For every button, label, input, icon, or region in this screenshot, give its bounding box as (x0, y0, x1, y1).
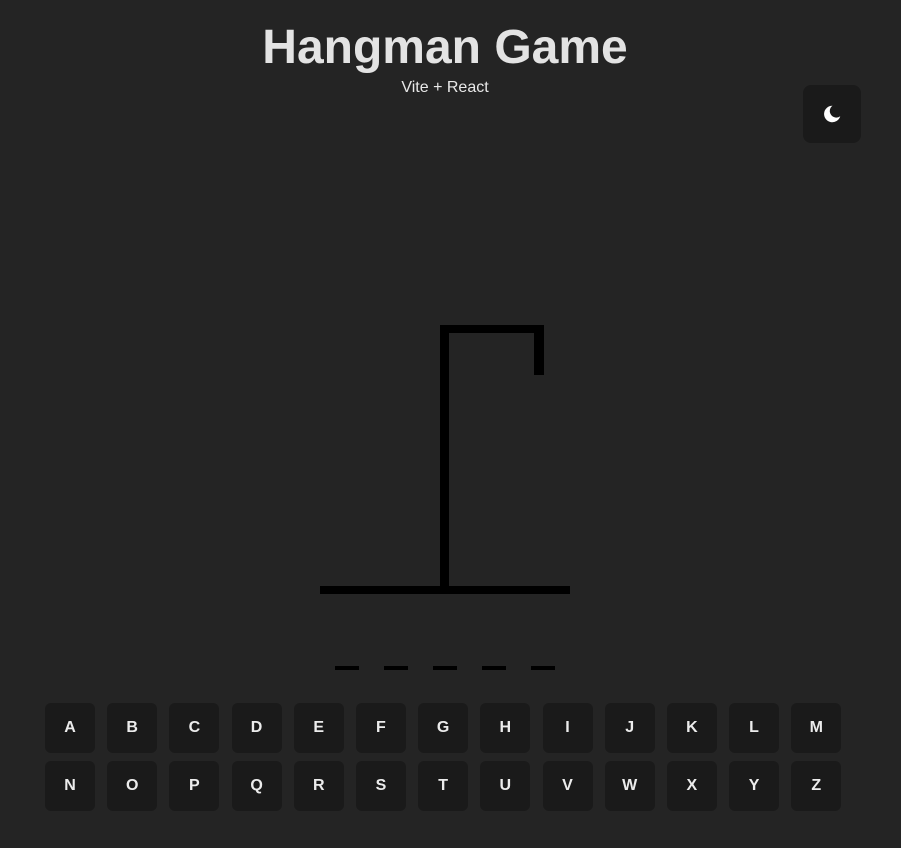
moon-icon (824, 105, 841, 123)
letter-key-t[interactable]: T (418, 761, 469, 811)
letter-key-o[interactable]: O (107, 761, 158, 811)
letter-key-x[interactable]: X (666, 761, 717, 811)
page-title: Hangman Game (262, 21, 628, 74)
gallows-rope (534, 325, 544, 375)
letter-key-f[interactable]: F (355, 703, 406, 753)
letter-key-v[interactable]: V (542, 761, 593, 811)
letter-slot (482, 666, 506, 670)
letter-slot (531, 666, 555, 670)
letter-key-k[interactable]: K (666, 703, 717, 753)
letter-key-a[interactable]: A (45, 703, 95, 753)
letter-key-p[interactable]: P (169, 761, 220, 811)
letter-key-q[interactable]: Q (231, 761, 282, 811)
page-subtitle: Vite + React (401, 79, 489, 96)
letter-key-j[interactable]: J (604, 703, 655, 753)
letter-key-e[interactable]: E (293, 703, 344, 753)
letter-key-c[interactable]: C (169, 703, 220, 753)
gallows-pole (440, 325, 449, 591)
letter-slot (433, 666, 457, 670)
app-root: Hangman Game Vite + React ABCDEFGHIJKLM N… (0, 0, 901, 848)
letter-key-r[interactable]: R (293, 761, 344, 811)
letter-key-w[interactable]: W (604, 761, 655, 811)
letter-key-i[interactable]: I (542, 703, 593, 753)
letter-key-n[interactable]: N (45, 761, 95, 811)
letter-keyboard: ABCDEFGHIJKLM NOPQRSTUVWXYZ (45, 703, 842, 811)
letter-key-b[interactable]: B (107, 703, 158, 753)
word-slots (335, 666, 555, 670)
letter-slot (335, 666, 359, 670)
letter-key-h[interactable]: H (480, 703, 531, 753)
gallows-beam (440, 325, 544, 333)
letter-key-s[interactable]: S (355, 761, 406, 811)
letter-key-g[interactable]: G (418, 703, 469, 753)
theme-toggle-button[interactable] (803, 85, 861, 143)
letter-key-m[interactable]: M (791, 703, 842, 753)
letter-key-z[interactable]: Z (791, 761, 842, 811)
letter-key-u[interactable]: U (480, 761, 531, 811)
letter-key-l[interactable]: L (729, 703, 780, 753)
letter-key-d[interactable]: D (231, 703, 282, 753)
letter-key-y[interactable]: Y (729, 761, 780, 811)
letter-slot (384, 666, 408, 670)
